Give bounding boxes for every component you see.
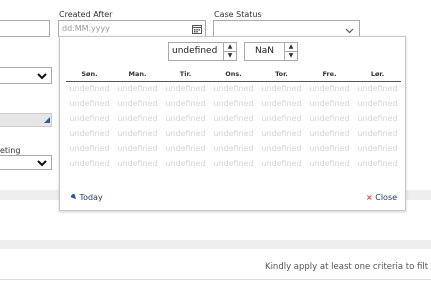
day-cell[interactable]: undefined — [210, 114, 257, 123]
close-icon: × — [366, 193, 373, 202]
year-spinner[interactable]: NaN ▲ ▼ — [244, 42, 298, 61]
week-row: undefined undefined undefined undefined … — [66, 114, 401, 127]
day-cell[interactable]: undefined — [354, 99, 401, 108]
created-after-placeholder: dd.MM.yyyy — [62, 24, 110, 33]
week-row: undefined undefined undefined undefined … — [66, 129, 401, 142]
left-text-field[interactable] — [0, 20, 50, 37]
day-cell[interactable]: undefined — [66, 114, 113, 123]
year-down-button[interactable]: ▼ — [285, 52, 297, 60]
day-cell[interactable]: undefined — [114, 129, 161, 138]
weekday-header: Søn. Man. Tir. Ons. Tor. Fre. Lør. — [66, 70, 401, 82]
week-row: undefined undefined undefined undefined … — [66, 159, 401, 172]
week-row: undefined undefined undefined undefined … — [66, 144, 401, 157]
weekday-label: Man. — [128, 70, 147, 78]
day-cell[interactable]: undefined — [162, 129, 209, 138]
weekday-label: Fre. — [322, 70, 337, 78]
day-cell[interactable]: undefined — [306, 159, 353, 168]
day-cell[interactable]: undefined — [354, 144, 401, 153]
left-select-1[interactable] — [0, 67, 52, 84]
day-cell[interactable]: undefined — [162, 114, 209, 123]
left-grey-field[interactable] — [0, 113, 52, 127]
day-cell[interactable]: undefined — [162, 84, 209, 93]
day-cell[interactable]: undefined — [162, 99, 209, 108]
day-cell[interactable]: undefined — [306, 129, 353, 138]
day-cell[interactable]: undefined — [354, 114, 401, 123]
day-cell[interactable]: undefined — [210, 159, 257, 168]
day-cell[interactable]: undefined — [210, 84, 257, 93]
weekday-label: Søn. — [81, 70, 98, 78]
day-cell[interactable]: undefined — [210, 144, 257, 153]
month-down-button[interactable]: ▼ — [224, 52, 236, 60]
close-button[interactable]: × Close — [366, 193, 397, 202]
year-value: NaN — [255, 46, 274, 56]
weekday-label: Lør. — [370, 70, 385, 78]
month-up-button[interactable]: ▲ — [224, 43, 236, 52]
case-status-select[interactable] — [213, 20, 360, 37]
corner-triangle-icon — [44, 116, 50, 125]
meeting-select[interactable] — [0, 155, 52, 170]
day-cell[interactable]: undefined — [354, 84, 401, 93]
week-row: undefined undefined undefined undefined … — [66, 99, 401, 112]
close-label: Close — [375, 193, 398, 202]
year-up-button[interactable]: ▲ — [285, 43, 297, 52]
day-cell[interactable]: undefined — [258, 159, 305, 168]
case-status-label: Case Status — [214, 10, 262, 19]
created-after-label: Created After — [59, 10, 113, 19]
day-cell[interactable]: undefined — [258, 99, 305, 108]
day-cell[interactable]: undefined — [354, 129, 401, 138]
weekday-label: Tor. — [275, 70, 288, 78]
section-divider-2 — [0, 240, 431, 249]
today-arrow-icon — [69, 192, 77, 202]
year-spin-buttons: ▲ ▼ — [284, 43, 297, 60]
day-cell[interactable]: undefined — [66, 84, 113, 93]
day-cell[interactable]: undefined — [162, 144, 209, 153]
day-cell[interactable]: undefined — [210, 129, 257, 138]
chevron-down-icon — [37, 160, 47, 169]
today-label: Today — [79, 193, 103, 202]
day-cell[interactable]: undefined — [258, 114, 305, 123]
day-cell[interactable]: undefined — [258, 84, 305, 93]
day-cell[interactable]: undefined — [66, 129, 113, 138]
today-button[interactable]: Today — [69, 192, 103, 202]
month-value: undefined — [172, 46, 218, 56]
day-cell[interactable]: undefined — [210, 99, 257, 108]
day-cell[interactable]: undefined — [114, 99, 161, 108]
day-cell[interactable]: undefined — [114, 114, 161, 123]
month-spin-buttons: ▲ ▼ — [223, 43, 236, 60]
week-row: undefined undefined undefined undefined … — [66, 84, 401, 97]
day-cell[interactable]: undefined — [306, 114, 353, 123]
day-cell[interactable]: undefined — [162, 159, 209, 168]
chevron-down-icon — [345, 27, 354, 36]
weekday-label: Ons. — [225, 70, 242, 78]
month-spinner[interactable]: undefined ▲ ▼ — [168, 42, 237, 61]
filter-notice: Kindly apply at least one criteria to fi… — [265, 262, 429, 272]
day-cell[interactable]: undefined — [114, 159, 161, 168]
day-cell[interactable]: undefined — [66, 159, 113, 168]
chevron-down-icon — [37, 73, 47, 82]
weekday-label: Tir. — [179, 70, 192, 78]
day-cell[interactable]: undefined — [66, 99, 113, 108]
day-cell[interactable]: undefined — [258, 144, 305, 153]
created-after-input[interactable]: dd.MM.yyyy — [58, 20, 206, 37]
day-cell[interactable]: undefined — [258, 129, 305, 138]
meeting-label: eting — [0, 146, 21, 155]
day-cell[interactable]: undefined — [306, 99, 353, 108]
day-cell[interactable]: undefined — [66, 144, 113, 153]
day-cell[interactable]: undefined — [354, 159, 401, 168]
day-cell[interactable]: undefined — [114, 84, 161, 93]
datepicker-popup: undefined ▲ ▼ NaN ▲ ▼ Søn. Man. Tir. Ons… — [59, 36, 406, 211]
day-cell[interactable]: undefined — [114, 144, 161, 153]
calendar-icon[interactable] — [192, 24, 202, 34]
day-cell[interactable]: undefined — [306, 144, 353, 153]
day-cell[interactable]: undefined — [306, 84, 353, 93]
bottom-rule — [0, 279, 431, 280]
